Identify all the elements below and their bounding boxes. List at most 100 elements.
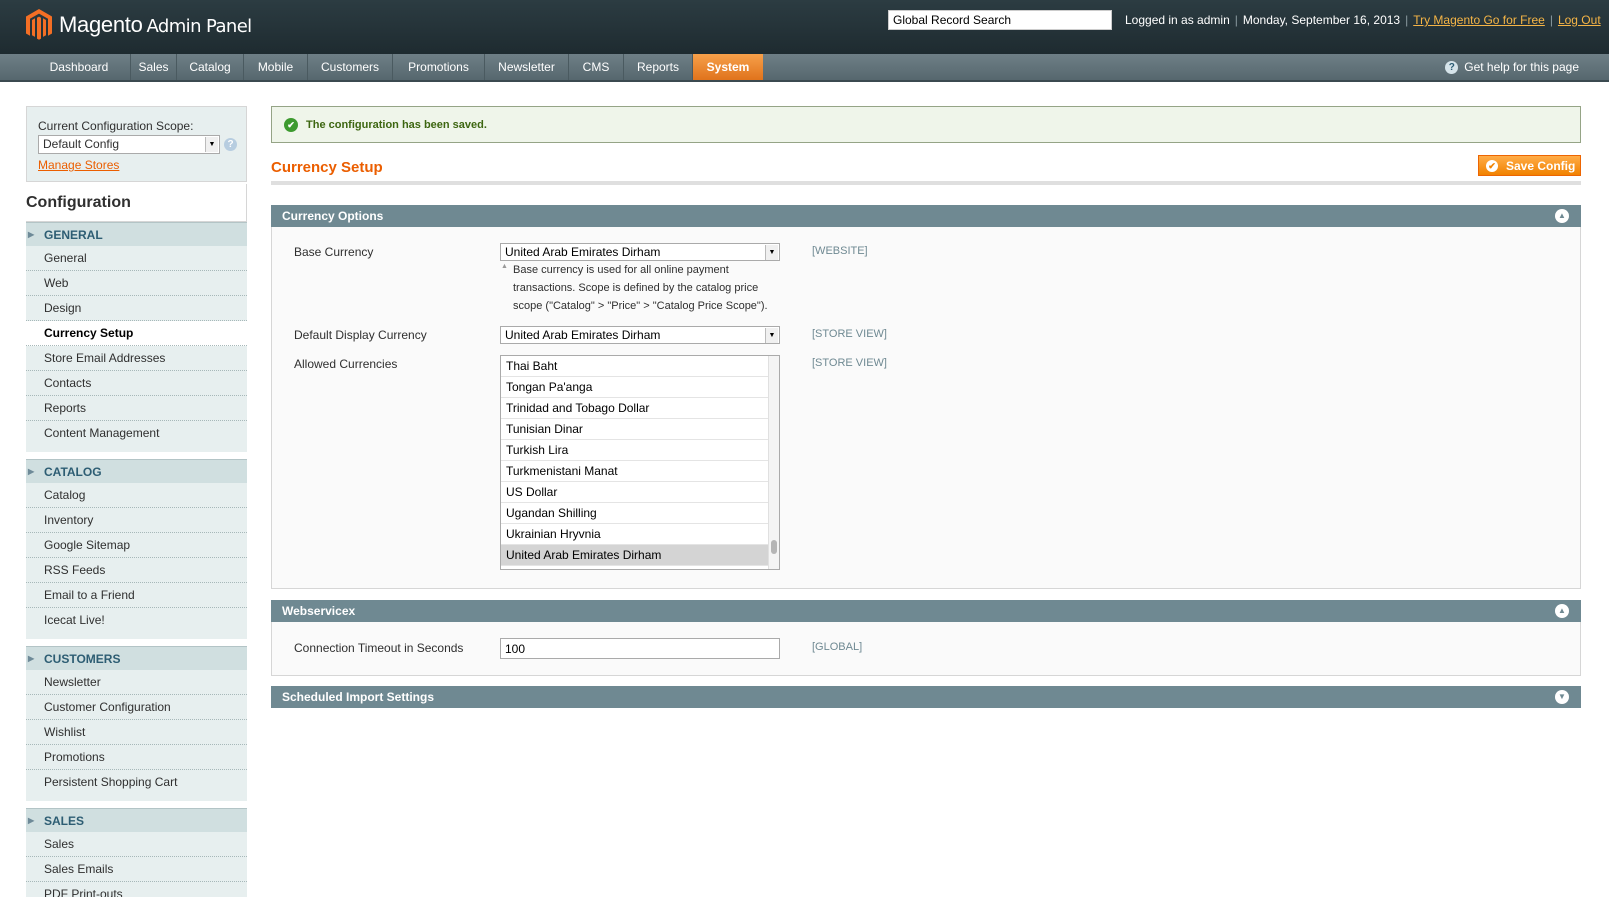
magento-logo[interactable]: Magento Admin Panel (26, 9, 252, 41)
scope-select-value: Default Config (43, 137, 120, 151)
sidebar-item-design[interactable]: Design (26, 296, 247, 321)
list-item[interactable]: Turkmenistani Manat (501, 461, 769, 482)
default-display-currency-value: United Arab Emirates Dirham (505, 328, 661, 342)
list-item-selected[interactable]: United Arab Emirates Dirham (501, 545, 769, 566)
multiselect-scrollbar[interactable] (768, 356, 779, 569)
logo-text: Magento Admin Panel (59, 12, 252, 37)
nav-newsletter[interactable]: Newsletter (485, 54, 569, 80)
checkmark-icon: ✔ (284, 117, 298, 132)
scope-switcher: Current Configuration Scope: Default Con… (26, 106, 247, 182)
nav-customers[interactable]: Customers (308, 54, 393, 80)
allowed-currencies-label: Allowed Currencies (294, 357, 398, 371)
list-item[interactable]: Tongan Pa'anga (501, 377, 769, 398)
default-display-currency-label: Default Display Currency (294, 328, 427, 342)
current-date: Monday, September 16, 2013 (1242, 13, 1401, 27)
list-item[interactable]: Turkish Lira (501, 440, 769, 461)
sidebar-item-promotions[interactable]: Promotions (26, 745, 247, 770)
sidebar-item-google-sitemap[interactable]: Google Sitemap (26, 533, 247, 558)
page-title: Currency Setup (271, 159, 383, 176)
sidebar-item-reports[interactable]: Reports (26, 396, 247, 421)
sidebar-item-inventory[interactable]: Inventory (26, 508, 247, 533)
section-currency-options-header[interactable]: Currency Options ▲ (271, 205, 1581, 227)
sidebar-item-web[interactable]: Web (26, 271, 247, 296)
config-sidebar: GENERAL General Web Design Currency Setu… (26, 222, 247, 897)
base-currency-value: United Arab Emirates Dirham (505, 245, 661, 259)
sidebar-item-contacts[interactable]: Contacts (26, 371, 247, 396)
list-item[interactable]: Thai Baht (501, 356, 769, 377)
sidebar-item-general[interactable]: General (26, 246, 247, 271)
help-icon: ? (1445, 60, 1459, 74)
sidebar-item-sales-emails[interactable]: Sales Emails (26, 857, 247, 882)
connection-timeout-scope: [GLOBAL] (812, 641, 863, 653)
collapse-up-icon[interactable]: ▲ (1555, 604, 1569, 618)
allowed-currencies-scope: [STORE VIEW] (812, 357, 887, 369)
nav-reports[interactable]: Reports (624, 54, 693, 80)
list-item[interactable]: Tunisian Dinar (501, 419, 769, 440)
sidebar-item-currency-setup[interactable]: Currency Setup (26, 321, 247, 346)
nav-catalog[interactable]: Catalog (177, 54, 244, 80)
default-display-currency-select[interactable]: United Arab Emirates Dirham ▼ (500, 326, 780, 344)
nav-sales[interactable]: Sales (131, 54, 177, 80)
collapse-up-icon[interactable]: ▲ (1555, 209, 1569, 223)
nav-dashboard[interactable]: Dashboard (28, 54, 131, 80)
allowed-currencies-multiselect[interactable]: Thai Baht Tongan Pa'anga Trinidad and To… (500, 355, 780, 570)
sidebar-item-content-management[interactable]: Content Management (26, 421, 247, 446)
manage-stores-link[interactable]: Manage Stores (38, 158, 235, 172)
section-scheduled-import-header[interactable]: Scheduled Import Settings ▼ (271, 686, 1581, 708)
main-nav: Dashboard Sales Catalog Mobile Customers… (0, 54, 1609, 82)
expand-down-icon[interactable]: ▼ (1555, 690, 1569, 704)
sidebar-group-catalog[interactable]: CATALOG (26, 459, 247, 484)
sidebar-item-wishlist[interactable]: Wishlist (26, 720, 247, 745)
try-magento-go-link[interactable]: Try Magento Go for Free (1413, 13, 1545, 27)
list-item[interactable]: Ugandan Shilling (501, 503, 769, 524)
logout-link[interactable]: Log Out (1558, 13, 1601, 27)
sidebar-group-customers[interactable]: CUSTOMERS (26, 646, 247, 671)
note-arrow-icon: ▲ (501, 263, 508, 270)
nav-cms[interactable]: CMS (569, 54, 624, 80)
sidebar-item-sales[interactable]: Sales (26, 832, 247, 857)
sidebar-item-persistent-shopping-cart[interactable]: Persistent Shopping Cart (26, 770, 247, 795)
scope-help-icon[interactable]: ? (224, 138, 237, 151)
help-link[interactable]: ? Get help for this page (1445, 54, 1579, 80)
sidebar-item-email-to-a-friend[interactable]: Email to a Friend (26, 583, 247, 608)
save-config-button[interactable]: ✔ Save Config (1478, 155, 1581, 176)
scrollbar-thumb[interactable] (771, 540, 777, 554)
success-message-text: The configuration has been saved. (306, 118, 487, 131)
sidebar-item-catalog[interactable]: Catalog (26, 483, 247, 508)
base-currency-note: Base currency is used for all online pay… (513, 264, 768, 312)
section-webservicex-header[interactable]: Webservicex ▲ (271, 600, 1581, 622)
chevron-down-icon: ▼ (205, 137, 218, 152)
sidebar-item-icecat-live[interactable]: Icecat Live! (26, 608, 247, 633)
base-currency-label: Base Currency (294, 245, 374, 259)
save-config-label: Save Config (1506, 158, 1576, 173)
list-item[interactable]: Ukrainian Hryvnia (501, 524, 769, 545)
connection-timeout-label: Connection Timeout in Seconds (294, 641, 464, 655)
logged-in-text: Logged in as admin (1125, 13, 1230, 27)
connection-timeout-input[interactable] (500, 638, 780, 659)
section-title: Currency Options (282, 209, 384, 223)
section-title: Scheduled Import Settings (282, 690, 435, 704)
magento-logo-icon (26, 9, 52, 40)
scope-label: Current Configuration Scope: (38, 119, 194, 133)
sidebar-group-general[interactable]: GENERAL (26, 222, 247, 247)
list-item[interactable]: Trinidad and Tobago Dollar (501, 398, 769, 419)
title-divider (271, 181, 1581, 185)
sidebar-item-pdf-print-outs[interactable]: PDF Print-outs (26, 882, 247, 897)
section-title: Webservicex (282, 604, 356, 618)
scope-select[interactable]: Default Config ▼ (38, 135, 220, 154)
sidebar-item-store-email-addresses[interactable]: Store Email Addresses (26, 346, 247, 371)
sidebar-item-rss-feeds[interactable]: RSS Feeds (26, 558, 247, 583)
global-search-input[interactable] (888, 10, 1112, 30)
section-currency-options-body: Base Currency United Arab Emirates Dirha… (271, 227, 1581, 589)
header-user-links: Logged in as admin | Monday, September 16,… (1125, 13, 1601, 27)
sidebar-item-newsletter[interactable]: Newsletter (26, 670, 247, 695)
nav-system[interactable]: System (693, 54, 763, 80)
nav-mobile[interactable]: Mobile (244, 54, 308, 80)
nav-promotions[interactable]: Promotions (393, 54, 485, 80)
chevron-down-icon: ▼ (765, 245, 778, 260)
sidebar-group-sales[interactable]: SALES (26, 808, 247, 833)
list-item[interactable]: US Dollar (501, 482, 769, 503)
base-currency-select[interactable]: United Arab Emirates Dirham ▼ (500, 243, 780, 261)
header: MagentoAdmin Panel Logged in as admin|Mo… (0, 0, 1609, 54)
sidebar-item-customer-configuration[interactable]: Customer Configuration (26, 695, 247, 720)
